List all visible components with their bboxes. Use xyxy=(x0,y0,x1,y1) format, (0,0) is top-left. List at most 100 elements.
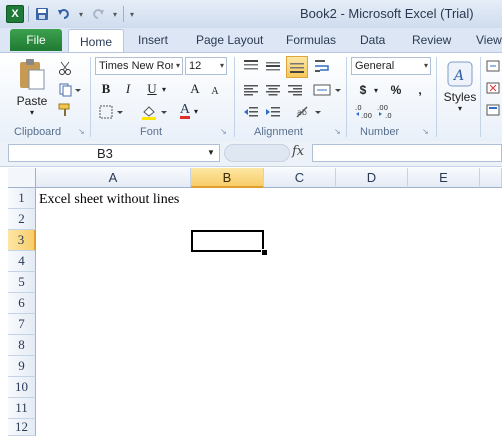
row-header-2[interactable]: 2 xyxy=(8,209,36,230)
tab-data[interactable]: Data xyxy=(360,33,385,47)
active-cell-b3[interactable] xyxy=(191,230,264,252)
fill-handle[interactable] xyxy=(261,249,268,256)
currency-button[interactable]: $ xyxy=(356,81,370,99)
column-header-e[interactable]: E xyxy=(408,168,480,188)
row-header-12[interactable]: 12 xyxy=(8,419,36,436)
row-header-6[interactable]: 6 xyxy=(8,293,36,314)
grow-font-button[interactable]: A xyxy=(188,80,202,98)
tab-page-layout[interactable]: Page Layout xyxy=(196,33,263,47)
number-launcher-icon[interactable]: ↘ xyxy=(422,127,429,136)
qat-separator xyxy=(28,6,29,22)
font-size-select[interactable]: 12 ▾ xyxy=(185,57,227,75)
underline-button[interactable]: U xyxy=(144,80,160,98)
tab-insert[interactable]: Insert xyxy=(138,33,168,47)
number-group: General ▾ $ ▾ % , .0.00 .00.0 Number ↘ xyxy=(348,53,436,141)
svg-text:A: A xyxy=(452,68,464,84)
alignment-group-label: Alignment xyxy=(254,126,303,138)
shrink-font-button[interactable]: A xyxy=(208,82,222,100)
paste-dropdown-icon[interactable]: ▾ xyxy=(30,108,34,117)
tab-file[interactable]: File xyxy=(10,29,62,51)
styles-dropdown-icon[interactable]: ▾ xyxy=(458,104,462,113)
formula-bar-splitter[interactable] xyxy=(224,144,290,162)
wrap-text-icon[interactable] xyxy=(312,57,334,75)
copy-icon[interactable] xyxy=(56,81,84,99)
excel-logo-icon[interactable]: X xyxy=(6,5,24,23)
row-header-7[interactable]: 7 xyxy=(8,314,36,335)
format-painter-icon[interactable] xyxy=(56,101,74,119)
clipboard-launcher-icon[interactable]: ↘ xyxy=(78,127,85,136)
column-header-b[interactable]: B xyxy=(191,168,264,188)
redo-dropdown-icon[interactable]: ▾ xyxy=(111,5,119,23)
column-header-partial[interactable] xyxy=(480,168,502,188)
insert-function-icon[interactable]: fx xyxy=(292,144,304,159)
row-header-8[interactable]: 8 xyxy=(8,335,36,356)
font-color-letter: A xyxy=(179,102,191,119)
italic-button[interactable]: I xyxy=(120,80,136,98)
cut-icon[interactable] xyxy=(56,59,74,77)
insert-cells-icon[interactable] xyxy=(484,57,502,75)
row-header-10[interactable]: 10 xyxy=(8,377,36,398)
tab-review[interactable]: Review xyxy=(412,33,451,47)
cell-a1[interactable]: Excel sheet without lines xyxy=(39,192,179,208)
row-header-3[interactable]: 3 xyxy=(8,230,36,251)
row-header-11[interactable]: 11 xyxy=(8,398,36,419)
orientation-icon[interactable]: ab xyxy=(294,103,324,121)
redo-icon[interactable] xyxy=(89,5,107,23)
increase-decimal-icon[interactable]: .0.00 xyxy=(354,101,374,121)
column-header-c[interactable]: C xyxy=(264,168,336,188)
paste-icon xyxy=(20,58,45,89)
paste-button[interactable]: Paste ▾ xyxy=(14,57,50,117)
group-separator xyxy=(90,57,91,137)
increase-indent-icon[interactable] xyxy=(264,103,282,121)
bottom-align-icon[interactable] xyxy=(286,56,308,78)
top-align-icon[interactable] xyxy=(242,57,260,75)
styles-group: A Styles ▾ xyxy=(438,53,480,141)
font-name-select[interactable]: Times New Roman ▾ xyxy=(95,57,183,75)
tab-formulas[interactable]: Formulas xyxy=(286,33,336,47)
column-header-a[interactable]: A xyxy=(36,168,191,188)
align-left-icon[interactable] xyxy=(242,81,260,99)
alignment-launcher-icon[interactable]: ↘ xyxy=(334,127,341,136)
font-launcher-icon[interactable]: ↘ xyxy=(220,127,227,136)
paste-label: Paste xyxy=(16,93,48,108)
font-group-label: Font xyxy=(140,126,163,138)
underline-dropdown-icon[interactable]: ▾ xyxy=(160,80,168,98)
decrease-decimal-icon[interactable]: .00.0 xyxy=(376,101,396,121)
middle-align-icon[interactable] xyxy=(264,57,282,75)
customize-qat-icon[interactable]: ▾ xyxy=(128,5,136,23)
undo-icon[interactable] xyxy=(55,5,73,23)
number-format-select[interactable]: General ▾ xyxy=(351,57,431,75)
align-right-icon[interactable] xyxy=(286,81,304,99)
save-icon[interactable] xyxy=(33,5,51,23)
row-header-5[interactable]: 5 xyxy=(8,272,36,293)
font-size-value: 12 xyxy=(189,60,202,72)
styles-button[interactable]: A Styles ▾ xyxy=(442,57,478,115)
select-all-button[interactable] xyxy=(8,168,36,188)
row-header-4[interactable]: 4 xyxy=(8,251,36,272)
borders-button[interactable] xyxy=(98,103,124,121)
delete-cells-icon[interactable] xyxy=(484,79,502,97)
number-format-value: General xyxy=(355,60,395,72)
formula-input[interactable] xyxy=(312,144,502,162)
tab-home[interactable]: Home xyxy=(68,29,124,53)
format-cells-icon[interactable] xyxy=(484,101,502,119)
worksheet-grid[interactable]: A B C D E 1 2 3 4 5 6 7 8 9 10 11 12 Exc… xyxy=(0,166,502,436)
tab-view[interactable]: View xyxy=(476,33,502,47)
comma-button[interactable]: , xyxy=(414,81,426,99)
bold-button[interactable]: B xyxy=(98,80,114,98)
currency-dropdown-icon[interactable]: ▾ xyxy=(372,81,380,99)
fill-color-button[interactable] xyxy=(140,103,170,121)
row-header-9[interactable]: 9 xyxy=(8,356,36,377)
row-header-1[interactable]: 1 xyxy=(8,188,36,209)
percent-button[interactable]: % xyxy=(388,81,404,99)
merge-center-icon[interactable] xyxy=(312,81,342,99)
font-color-button[interactable]: A ▾ xyxy=(174,101,204,121)
chevron-down-icon[interactable]: ▼ xyxy=(207,148,215,157)
undo-dropdown-icon[interactable]: ▾ xyxy=(77,5,85,23)
align-center-icon[interactable] xyxy=(264,81,282,99)
name-box[interactable]: B3 ▼ xyxy=(8,144,220,162)
column-header-d[interactable]: D xyxy=(336,168,408,188)
decrease-indent-icon[interactable] xyxy=(242,103,260,121)
clipboard-group-label: Clipboard xyxy=(14,126,62,138)
font-color-dropdown-icon[interactable]: ▾ xyxy=(194,107,198,116)
